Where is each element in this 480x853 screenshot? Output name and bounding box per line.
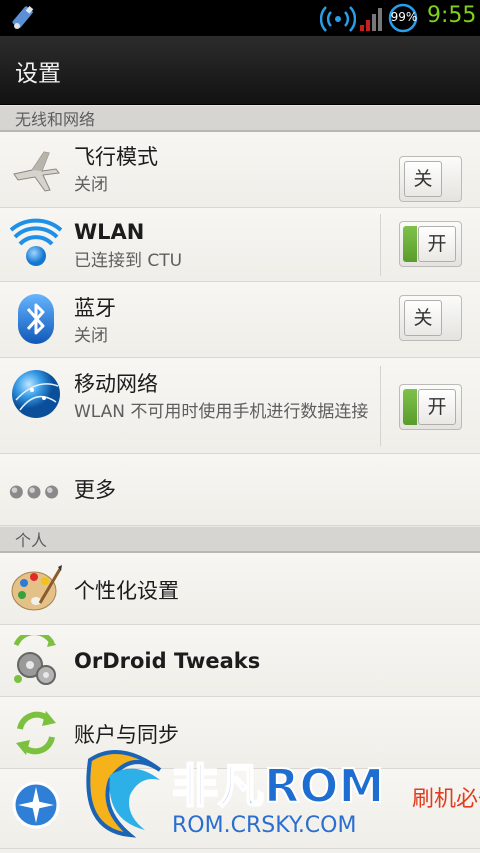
settings-list[interactable]: 无线和网络 飞行模式 关闭 关 WLAN 已连接到 CTU 开 蓝牙 关闭 关 … bbox=[0, 105, 480, 849]
watermark-logo: 非凡ROM ROM.CRSKY.COM 刷机必备 bbox=[86, 750, 480, 838]
toggle-knob: 开 bbox=[418, 226, 456, 262]
palette-icon bbox=[11, 565, 62, 611]
more-row[interactable]: 更多 bbox=[0, 454, 480, 526]
mobile-network-row[interactable]: 移动网络 WLAN 不可用时使用手机进行数据连接 开 bbox=[0, 358, 480, 454]
row-title: 蓝牙 bbox=[74, 296, 116, 320]
row-title: 更多 bbox=[74, 478, 116, 502]
battery-percent: 99% bbox=[390, 10, 418, 24]
wlan-toggle[interactable]: 开 bbox=[399, 221, 462, 267]
row-title: OrDroid Tweaks bbox=[74, 649, 261, 673]
airplane-toggle[interactable]: 关 bbox=[399, 156, 462, 202]
sync-icon bbox=[16, 711, 56, 755]
gears-icon bbox=[13, 635, 56, 685]
row-title: 移动网络 bbox=[74, 372, 158, 396]
action-bar: 设置 bbox=[0, 36, 480, 105]
divider bbox=[380, 214, 381, 276]
personalize-row[interactable]: 个性化设置 bbox=[0, 553, 480, 625]
wifi-icon bbox=[320, 6, 356, 32]
watermark-suffix: 刷机必备 bbox=[412, 787, 480, 812]
ordroid-tweaks-row[interactable]: OrDroid Tweaks bbox=[0, 625, 480, 697]
toggle-on-indicator bbox=[403, 226, 417, 262]
toggle-knob: 开 bbox=[418, 389, 456, 425]
clock: 9:55 bbox=[427, 3, 477, 28]
airplane-icon bbox=[13, 151, 60, 192]
mobile-network-toggle[interactable]: 开 bbox=[399, 384, 462, 430]
section-header-personal: 个人 bbox=[0, 526, 480, 553]
bluetooth-row[interactable]: 蓝牙 关闭 关 bbox=[0, 282, 480, 358]
watermark-brand: 非凡ROM bbox=[172, 759, 384, 813]
signal-strength-icon bbox=[360, 8, 382, 31]
row-subtitle: 关闭 bbox=[74, 175, 108, 195]
section-header-wireless: 无线和网络 bbox=[0, 105, 480, 132]
watermark-url: ROM.CRSKY.COM bbox=[172, 813, 356, 838]
status-bar: 99% 9:55 bbox=[0, 0, 480, 36]
row-title: WLAN bbox=[74, 220, 145, 244]
wifi-icon bbox=[10, 218, 62, 266]
row-subtitle: 关闭 bbox=[74, 326, 108, 346]
wlan-row[interactable]: WLAN 已连接到 CTU 开 bbox=[0, 208, 480, 282]
airplane-mode-row[interactable]: 飞行模式 关闭 关 bbox=[0, 132, 480, 208]
bluetooth-icon bbox=[18, 294, 54, 344]
usb-debug-icon bbox=[12, 5, 34, 29]
globe-icon bbox=[12, 370, 60, 418]
row-title: 飞行模式 bbox=[74, 145, 158, 169]
location-compass-icon bbox=[12, 781, 60, 829]
row-subtitle: WLAN 不可用时使用手机进行数据连接 bbox=[74, 402, 369, 422]
toggle-knob: 关 bbox=[404, 161, 442, 197]
bluetooth-toggle[interactable]: 关 bbox=[399, 295, 462, 341]
row-subtitle: 已连接到 CTU bbox=[74, 251, 183, 271]
toggle-on-indicator bbox=[403, 389, 417, 425]
more-dots-icon bbox=[9, 485, 59, 499]
page-title: 设置 bbox=[15, 61, 61, 87]
row-title: 个性化设置 bbox=[74, 579, 179, 603]
toggle-knob: 关 bbox=[404, 300, 442, 336]
divider bbox=[380, 366, 381, 446]
